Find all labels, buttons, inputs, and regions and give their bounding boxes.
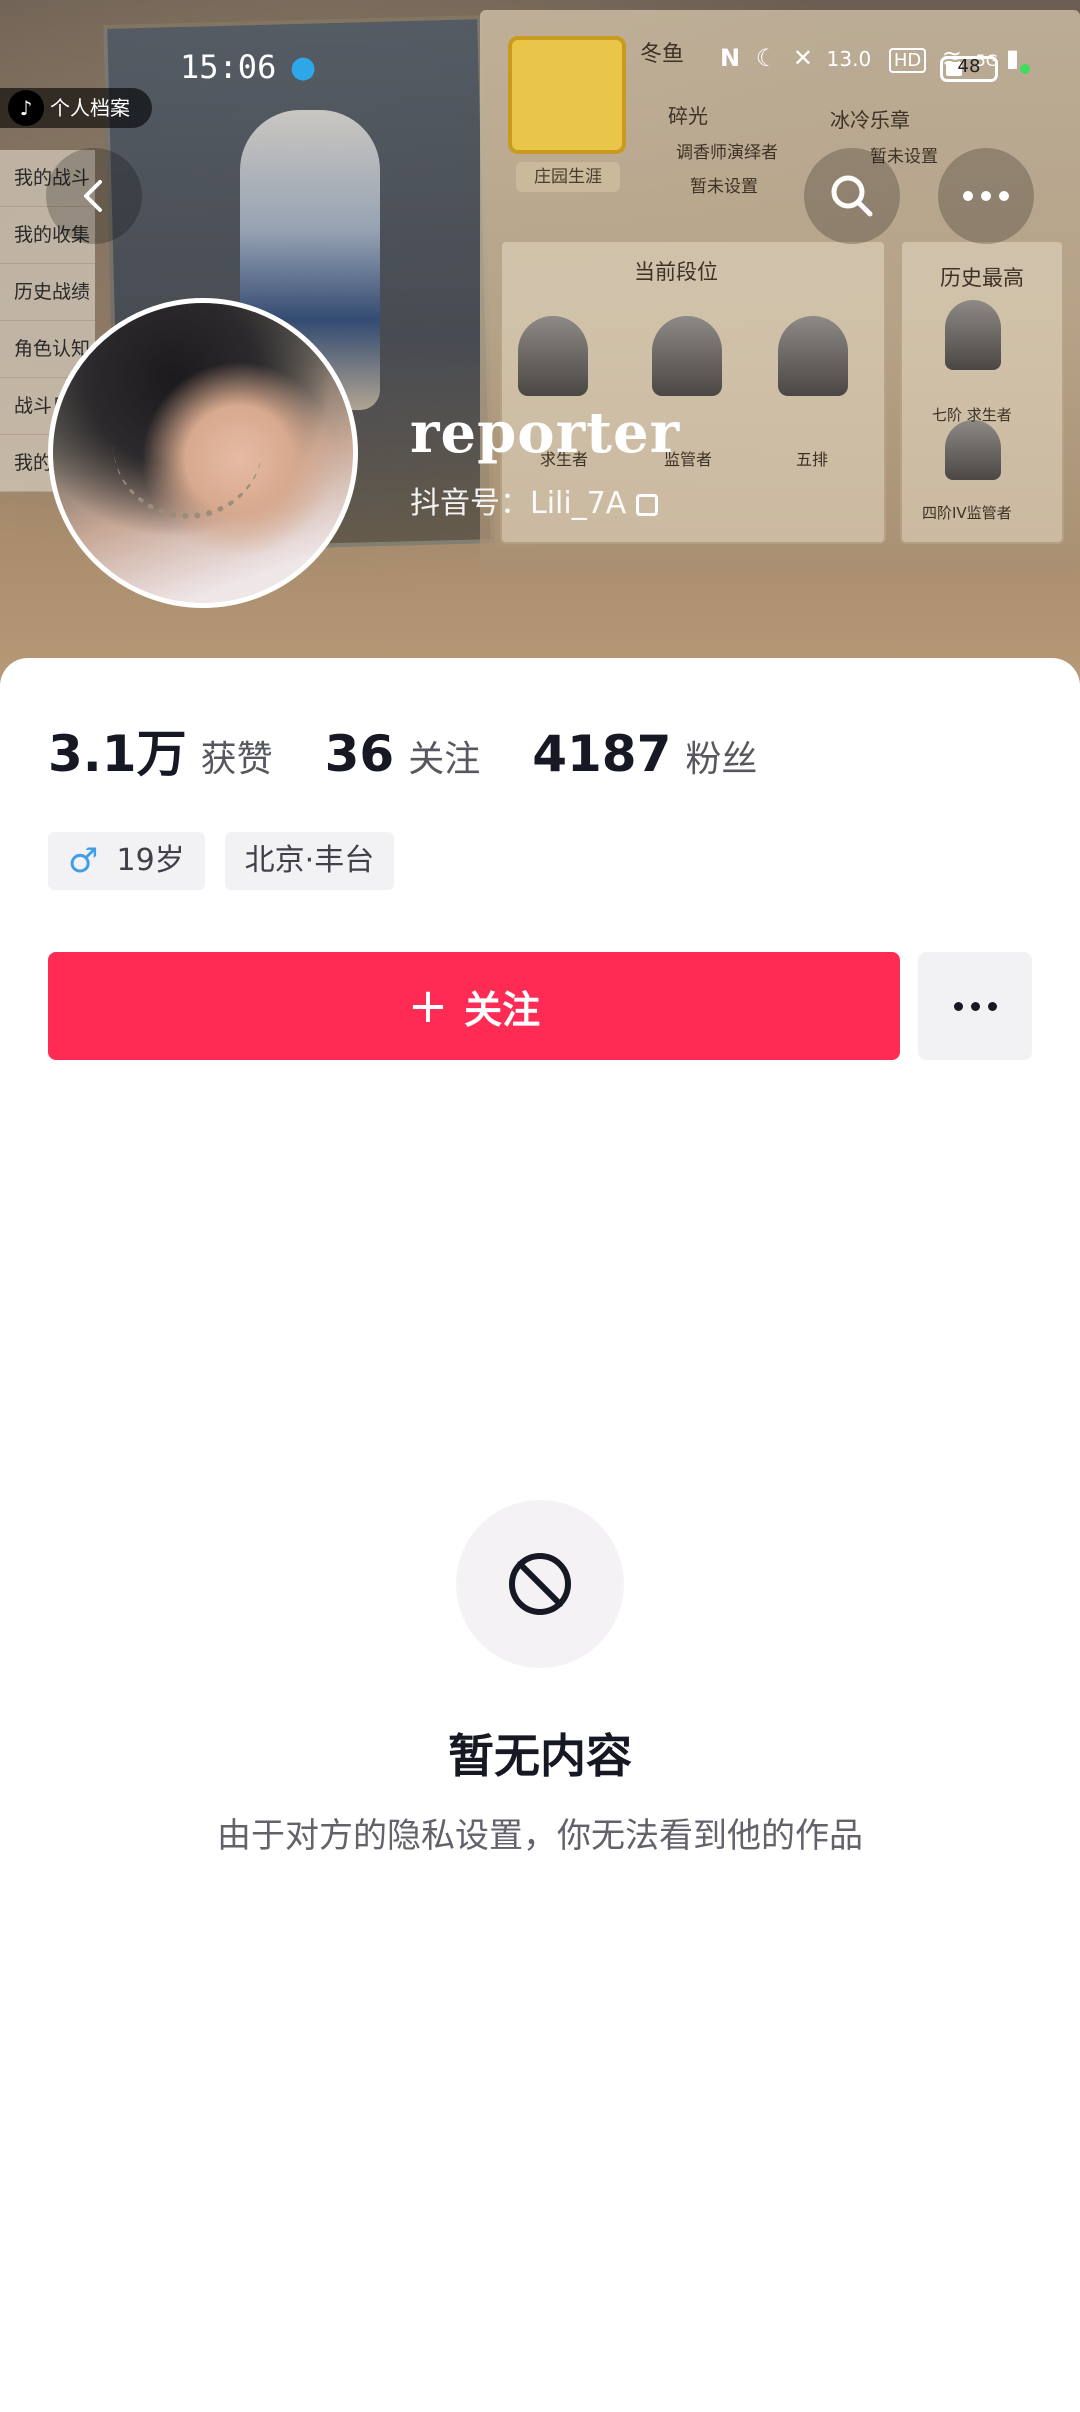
douyin-id[interactable]: 抖音号：Lili_7A <box>410 478 659 522</box>
privacy-indicator-dot <box>1020 64 1030 74</box>
profile-stats: 3.1万 获赞 36 关注 4187 粉丝 <box>48 714 809 786</box>
follow-button-label: 关注 <box>464 987 541 1032</box>
location-tag: 北京·丰台 <box>224 832 395 890</box>
douyin-id-value: Lili_7A <box>530 486 627 521</box>
stat-value: 3.1万 <box>48 725 187 783</box>
banner-history-label: 四阶IV监管者 <box>922 504 1012 522</box>
douyin-id-label: 抖音号： <box>410 486 530 521</box>
tiktok-logo-icon: ♪ <box>8 90 44 126</box>
banner-history-label: 七阶 求生者 <box>932 406 1012 424</box>
banner-rank-statue <box>652 316 722 396</box>
hd-icon: HD <box>888 48 927 73</box>
avatar[interactable] <box>48 298 358 608</box>
banner-game-badge: 冰冷乐章 <box>830 108 910 132</box>
profile-name: reporter <box>410 400 681 466</box>
banner-rank-statue <box>518 316 588 396</box>
banner-history-statue <box>945 420 1001 480</box>
copy-icon[interactable] <box>636 493 659 516</box>
banner-history-high-title: 历史最高 <box>940 266 1024 290</box>
more-dots-icon <box>963 191 1009 201</box>
banner-game-card-label: 庄园生涯 <box>516 162 620 192</box>
empty-state-description: 由于对方的隐私设置，你无法看到他的作品 <box>217 1816 863 1856</box>
battery-icon: 48 <box>940 56 998 82</box>
moon-icon: ☾ <box>755 44 778 72</box>
age-tag: ♂ 19岁 <box>48 832 205 890</box>
empty-state-title: 暂无内容 <box>448 1729 632 1783</box>
signal-icon: ▮ <box>1005 44 1020 72</box>
plus-icon: + <box>407 978 449 1034</box>
profile-banner: 我的战斗 我的收集 历史战绩 角色认知 战斗日 我的 个人档案 ♪ 庄园生涯 冬… <box>0 0 1080 700</box>
search-button[interactable] <box>804 148 900 244</box>
banner-game-badge: 调香师演绎者 <box>676 143 778 163</box>
banner-history-statue <box>945 300 1001 370</box>
chevron-left-icon <box>84 180 102 212</box>
no-access-icon <box>509 1553 571 1615</box>
banner-menu-item: 历史战绩 <box>0 264 95 321</box>
location-value: 北京·丰台 <box>244 843 375 878</box>
male-gender-icon: ♂ <box>68 841 99 881</box>
age-value: 19岁 <box>116 843 185 878</box>
mute-icon: ✕ <box>792 44 813 72</box>
banner-rank-statue <box>778 316 848 396</box>
battery-level: 48 <box>957 56 981 77</box>
stat-label: 关注 <box>408 739 481 780</box>
nfc-icon: N <box>720 44 741 72</box>
network-speed: 13.0 <box>826 47 872 71</box>
status-bar-time: 15:06 <box>180 48 277 86</box>
profile-content-sheet: 3.1万 获赞 36 关注 4187 粉丝 ♂ 19岁 北京·丰台 + 关注 暂… <box>0 658 1080 2412</box>
banner-game-avatar-card <box>508 36 626 154</box>
stat-label: 粉丝 <box>685 739 758 780</box>
more-dots-icon <box>953 1001 997 1011</box>
qq-notification-icon: ● <box>290 50 317 85</box>
back-button[interactable] <box>46 148 142 244</box>
stat-likes[interactable]: 3.1万 获赞 <box>48 714 273 786</box>
banner-game-player-name: 冬鱼 <box>640 42 685 67</box>
stat-value: 4187 <box>532 725 672 783</box>
stat-following[interactable]: 36 关注 <box>325 725 481 783</box>
banner-rank-label: 五排 <box>796 450 829 469</box>
profile-more-button[interactable] <box>918 952 1032 1060</box>
follow-button[interactable]: + 关注 <box>48 952 900 1060</box>
profile-tags: ♂ 19岁 北京·丰台 <box>48 832 395 890</box>
banner-current-rank-title: 当前段位 <box>634 260 718 284</box>
more-options-button[interactable] <box>938 148 1034 244</box>
banner-game-badge: 碎光 <box>668 104 708 128</box>
search-icon <box>831 175 873 217</box>
banner-game-badge: 暂未设置 <box>690 177 758 197</box>
empty-state-icon-wrap <box>456 1500 624 1668</box>
stat-followers[interactable]: 4187 粉丝 <box>532 725 757 783</box>
stat-value: 36 <box>324 725 395 783</box>
stat-label: 获赞 <box>200 739 273 780</box>
